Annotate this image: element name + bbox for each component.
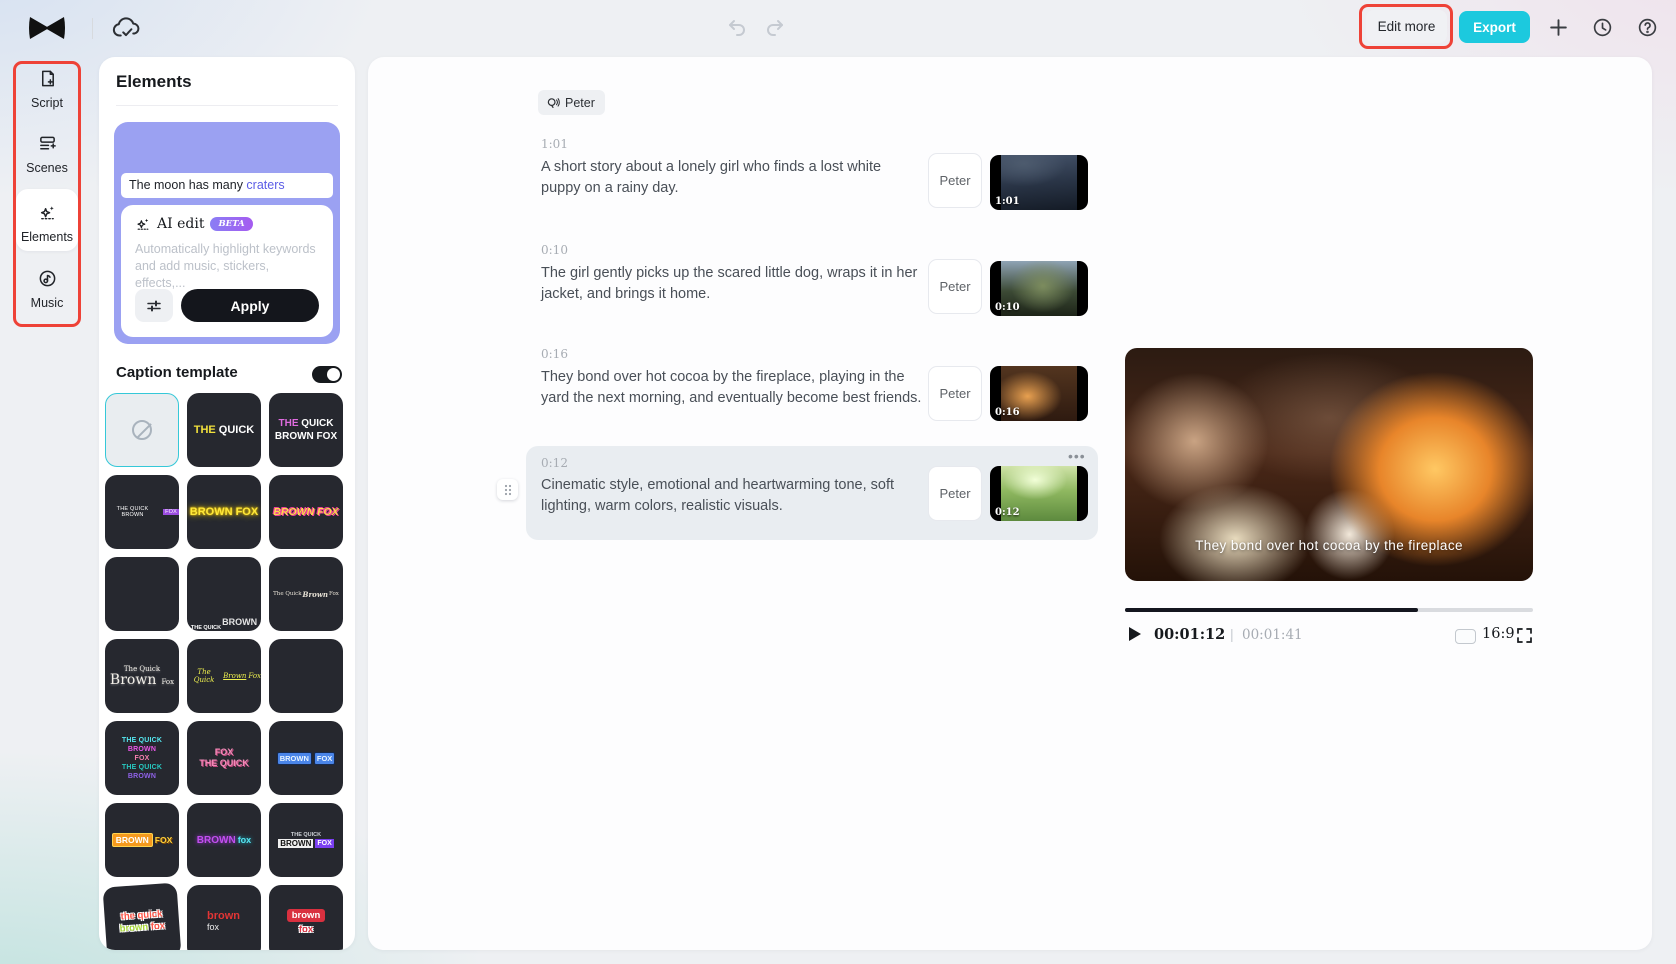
apply-button[interactable]: Apply: [181, 289, 319, 322]
topbar-divider: [92, 18, 93, 39]
scene-thumbnail[interactable]: 0:16: [990, 366, 1088, 421]
aspect-ratio-label[interactable]: 16:9: [1482, 626, 1515, 642]
caption-template-none[interactable]: [105, 393, 179, 467]
caption-template[interactable]: The QuickBrown Fox: [105, 639, 179, 713]
sidebar-item-label: Scenes: [14, 161, 80, 175]
panel-divider: [116, 105, 338, 106]
caption-template[interactable]: [105, 557, 179, 631]
entry-text[interactable]: A short story about a lonely girl who fi…: [541, 157, 923, 199]
help-icon[interactable]: [1637, 17, 1658, 38]
caption-template[interactable]: BROWNFOX: [269, 721, 343, 795]
drag-handle-icon[interactable]: [497, 479, 518, 500]
more-icon[interactable]: •••: [1068, 451, 1090, 465]
caption-template[interactable]: BROWNfox: [187, 803, 261, 877]
caption-template[interactable]: THE QUICKBROWNFOXTHE QUICKBROWN: [105, 721, 179, 795]
caption-template[interactable]: THE QUICKBROWN: [187, 557, 261, 631]
caption-template[interactable]: brownfox: [187, 885, 261, 950]
thumbnail-duration-badge: 0:10: [995, 302, 1020, 313]
undo-icon[interactable]: [726, 17, 748, 39]
sidebar-item-script[interactable]: Script: [14, 69, 80, 110]
history-icon[interactable]: [1592, 17, 1613, 38]
caption-template-grid: THEQUICK THE QUICKBROWN FOX THE QUICK BR…: [105, 393, 351, 950]
caption-template[interactable]: THE QUICKBROWNFOX: [269, 803, 343, 877]
caption-template[interactable]: BROWN FOX: [187, 475, 261, 549]
voice-box[interactable]: Peter: [928, 366, 982, 421]
voice-box[interactable]: Peter: [928, 153, 982, 208]
sidebar-item-label: Script: [14, 96, 80, 110]
voice-box[interactable]: Peter: [928, 466, 982, 521]
sidebar-item-scenes[interactable]: Scenes: [14, 134, 80, 175]
cloud-sync-icon[interactable]: [112, 15, 142, 41]
entry-duration: 1:01: [541, 137, 568, 151]
total-time: 00:01:41: [1242, 627, 1303, 643]
beta-badge: BETA: [210, 217, 252, 231]
thumbnail-duration-badge: 0:16: [995, 407, 1020, 418]
caption-template-toggle[interactable]: [312, 366, 342, 383]
ratio-box-icon[interactable]: [1455, 629, 1476, 644]
settings-slider-icon: [146, 298, 162, 314]
voice-icon: [546, 96, 560, 110]
fullscreen-icon[interactable]: [1516, 627, 1533, 644]
video-preview[interactable]: They bond over hot cocoa by the fireplac…: [1125, 348, 1533, 581]
entry-text[interactable]: Cinematic style, emotional and heartwarm…: [541, 475, 923, 517]
play-icon[interactable]: [1128, 626, 1142, 642]
script-canvas: Peter ••• 1:01 A short story about a lon…: [368, 57, 1652, 950]
ai-edit-card: The moon has many craters AI edit BETA A…: [114, 122, 340, 344]
thumbnail-duration-badge: 0:12: [995, 507, 1020, 518]
caption-template[interactable]: [269, 639, 343, 713]
entry-duration: 0:10: [541, 243, 568, 257]
music-icon: [38, 269, 57, 288]
scene-thumbnail[interactable]: 0:10: [990, 261, 1088, 316]
ai-edit-inner-card: AI edit BETA Automatically highlight key…: [121, 205, 333, 337]
caption-template[interactable]: brownfox: [269, 885, 343, 950]
elements-panel: Elements The moon has many craters AI ed…: [99, 57, 355, 950]
current-time: 00:01:12: [1154, 626, 1225, 643]
voice-box[interactable]: Peter: [928, 259, 982, 314]
ai-edit-description: Automatically highlight keywords and add…: [135, 241, 321, 292]
script-icon: [38, 69, 57, 88]
sparkle-icon: [135, 216, 151, 232]
scene-thumbnail[interactable]: 0:12: [990, 466, 1088, 521]
sidebar-item-label: Elements: [14, 230, 80, 244]
caption-template[interactable]: THE QUICKBROWN FOX: [269, 393, 343, 467]
entry-duration: 0:12: [541, 456, 568, 470]
panel-title: Elements: [116, 72, 192, 92]
speaker-name: Peter: [565, 96, 595, 110]
highlighted-keyword: craters: [246, 178, 284, 192]
ai-settings-button[interactable]: [135, 289, 173, 322]
ai-edit-title: AI edit: [157, 216, 204, 232]
caption-template[interactable]: THEQUICK: [187, 393, 261, 467]
caption-template[interactable]: the quickbrown fox: [103, 883, 182, 950]
sidebar-item-elements[interactable]: Elements: [14, 203, 80, 244]
elements-icon: [38, 203, 57, 222]
scene-thumbnail[interactable]: 1:01: [990, 155, 1088, 210]
redo-icon[interactable]: [764, 17, 786, 39]
thumbnail-duration-badge: 1:01: [995, 196, 1020, 207]
time-separator: |: [1230, 626, 1234, 642]
export-button[interactable]: Export: [1459, 11, 1530, 43]
progress-fill: [1125, 608, 1418, 612]
caption-template[interactable]: THE QUICK BROWNFOX: [105, 475, 179, 549]
entry-text[interactable]: The girl gently picks up the scared litt…: [541, 263, 923, 305]
speaker-chip[interactable]: Peter: [538, 90, 605, 115]
caption-template[interactable]: The QuickBrownFox: [187, 639, 261, 713]
edit-more-button[interactable]: Edit more: [1366, 10, 1447, 43]
caption-template[interactable]: FOXTHE QUICK: [187, 721, 261, 795]
preview-caption: They bond over hot cocoa by the fireplac…: [1125, 538, 1533, 553]
entry-text[interactable]: They bond over hot cocoa by the fireplac…: [541, 367, 923, 409]
capcut-logo[interactable]: [28, 14, 66, 42]
plus-icon[interactable]: [1548, 17, 1569, 38]
caption-template[interactable]: BROWNFOX: [105, 803, 179, 877]
caption-template-label: Caption template: [116, 364, 238, 381]
sidebar-item-label: Music: [14, 296, 80, 310]
ai-sample-text: The moon has many craters: [121, 173, 333, 198]
progress-bar[interactable]: [1125, 608, 1533, 612]
entry-duration: 0:16: [541, 347, 568, 361]
caption-template[interactable]: BROWN FOX: [269, 475, 343, 549]
caption-template[interactable]: The QuickBrownFox: [269, 557, 343, 631]
none-template-icon: [132, 420, 152, 440]
scenes-icon: [38, 134, 57, 153]
sidebar-item-music[interactable]: Music: [14, 269, 80, 310]
